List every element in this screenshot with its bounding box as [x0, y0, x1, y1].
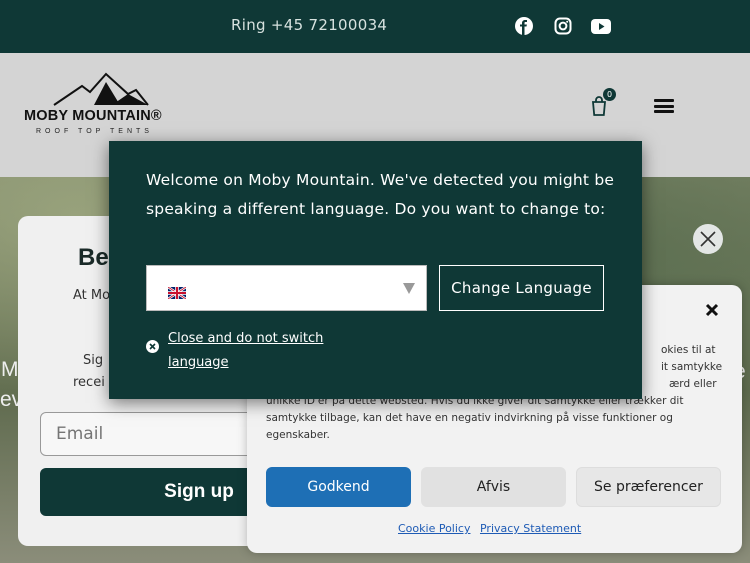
cookie-text-fragment: okies til at	[661, 344, 716, 356]
cookie-links: Cookie Policy Privacy Statement	[398, 522, 587, 535]
cookie-text-fragment: it samtykke	[661, 361, 723, 373]
cookie-description: unikke ID'er på dette websted. Hvis du i…	[266, 395, 684, 441]
newsletter-text: Sig	[83, 353, 104, 368]
change-language-button[interactable]: Change Language	[439, 265, 604, 311]
close-icon	[700, 231, 716, 247]
hero-text-fragment: M	[1, 358, 19, 381]
close-icon[interactable]	[704, 302, 720, 318]
newsletter-text: recei	[73, 375, 105, 390]
uk-flag-icon	[168, 287, 186, 299]
language-message: Welcome on Moby Mountain. We've detected…	[146, 171, 615, 218]
close-popup-button[interactable]	[693, 224, 723, 254]
logo-tagline: ROOF TOP TENTS	[36, 128, 153, 135]
language-select[interactable]	[146, 265, 427, 311]
privacy-statement-link[interactable]: Privacy Statement	[480, 522, 581, 535]
mountain-logo-icon	[53, 72, 149, 106]
accept-cookies-button[interactable]: Godkend	[266, 467, 411, 507]
newsletter-text: At Mo	[73, 288, 111, 303]
youtube-icon[interactable]	[590, 14, 612, 38]
newsletter-title: Be	[78, 244, 109, 271]
view-preferences-button[interactable]: Se præferencer	[576, 467, 721, 507]
cookie-text-fragment: ærd eller	[669, 378, 717, 390]
logo-name: MOBY MOUNTAIN®	[24, 108, 162, 124]
facebook-icon[interactable]	[513, 14, 535, 38]
moby-mountain-logo[interactable]: MOBY MOUNTAIN® ROOF TOP TENTS	[24, 72, 184, 142]
cookie-policy-link[interactable]: Cookie Policy	[398, 522, 470, 535]
cart-count-badge: 0	[603, 88, 616, 101]
phone-link[interactable]: Ring +45 72100034	[231, 16, 387, 34]
deny-cookies-button[interactable]: Afvis	[421, 467, 566, 507]
close-circle-icon	[146, 340, 159, 353]
instagram-icon[interactable]	[552, 14, 574, 38]
chevron-down-icon	[403, 283, 415, 294]
menu-icon[interactable]	[654, 99, 674, 113]
email-field[interactable]	[40, 412, 260, 456]
close-and-do-not-switch-link[interactable]: Close and do not switch language	[168, 327, 388, 374]
language-switch-popup: Welcome on Moby Mountain. We've detected…	[109, 141, 642, 399]
top-bar: Ring +45 72100034	[0, 0, 750, 53]
